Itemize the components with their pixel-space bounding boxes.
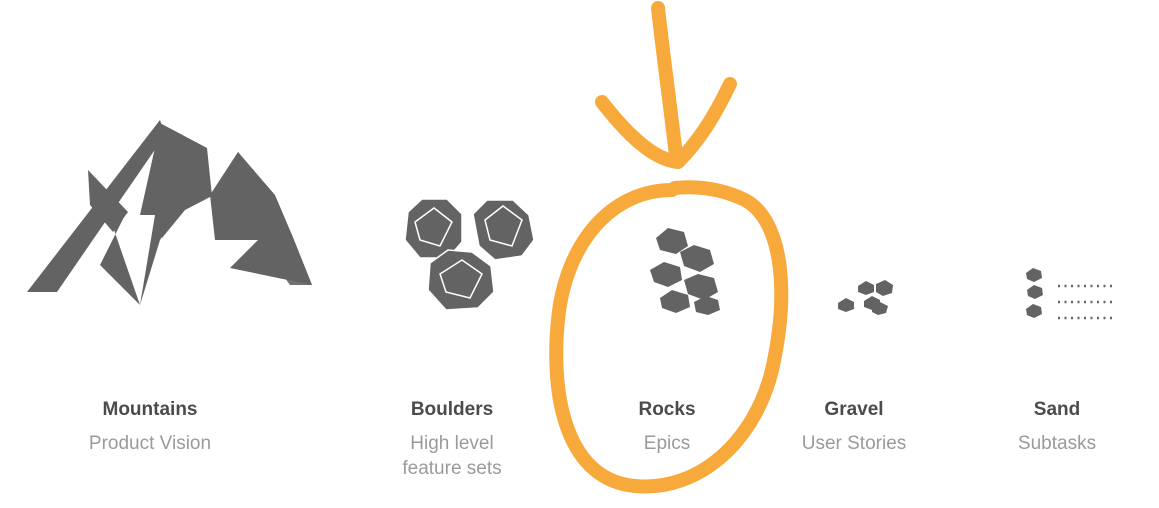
boulders-icon [404,198,535,311]
stage-subtitle: Product Vision [88,433,212,454]
stage-title: Gravel [824,399,884,420]
stage-subtitle: High level feature sets [402,433,502,479]
diagram: Mountains Product Vision Boulders High l… [0,0,1159,508]
stage-sand: Sand Subtasks [947,398,1159,456]
stage-gravel: Gravel User Stories [744,398,964,456]
rocks-icon [650,228,720,315]
gravel-icon [838,280,893,315]
stage-title: Sand [1033,399,1081,420]
stage-mountains: Mountains Product Vision [40,398,260,456]
mountains-icon [27,120,312,305]
highlight-arrow [595,1,737,169]
stage-subtitle: Subtasks [1017,433,1097,454]
stage-title: Mountains [102,399,198,420]
stage-boulders: Boulders High level feature sets [342,398,562,481]
stage-title: Boulders [410,399,494,420]
sand-icon [1026,268,1112,320]
stage-subtitle: User Stories [801,433,907,454]
